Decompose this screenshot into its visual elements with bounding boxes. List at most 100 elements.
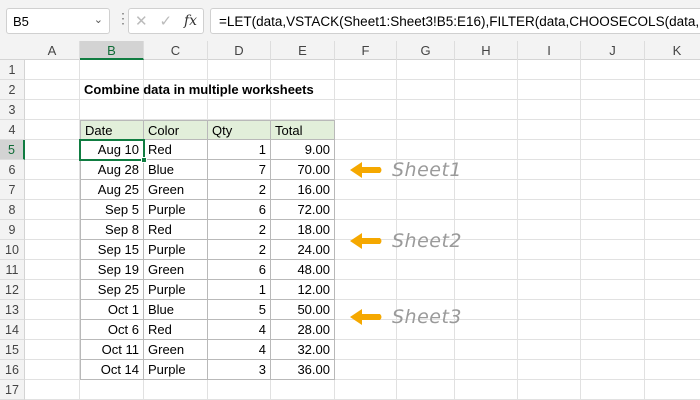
table-cell[interactable]: 12.00 (271, 280, 335, 300)
row-header-4[interactable]: 4 (0, 120, 25, 140)
row-header-10[interactable]: 10 (0, 240, 25, 260)
table-cell[interactable]: Red (144, 140, 208, 160)
table-cell[interactable]: 1 (208, 140, 271, 160)
arrow-left-icon (350, 309, 382, 325)
annotation-label: Sheet3 (392, 306, 463, 328)
column-header-E[interactable]: E (271, 41, 335, 60)
table-cell[interactable]: 9.00 (271, 140, 335, 160)
row-header-11[interactable]: 11 (0, 260, 25, 280)
arrow-left-icon (350, 233, 382, 249)
column-header-G[interactable]: G (397, 41, 455, 60)
table-cell[interactable]: 48.00 (271, 260, 335, 280)
table-header-cell[interactable]: Qty (208, 120, 271, 140)
table-cell[interactable]: 72.00 (271, 200, 335, 220)
table-header-cell[interactable]: Color (144, 120, 208, 140)
table-cell[interactable]: 2 (208, 240, 271, 260)
table-cell[interactable]: 5 (208, 300, 271, 320)
table-cell[interactable]: Purple (144, 240, 208, 260)
table-cell[interactable]: Oct 6 (80, 320, 144, 340)
gridline (580, 60, 581, 400)
table-cell[interactable]: Green (144, 340, 208, 360)
row-header-1[interactable]: 1 (0, 60, 25, 80)
table-cell[interactable]: 2 (208, 180, 271, 200)
table-header-cell[interactable]: Total (271, 120, 335, 140)
column-header-F[interactable]: F (335, 41, 397, 60)
gridline (517, 60, 518, 400)
table-cell[interactable]: 18.00 (271, 220, 335, 240)
column-header-A[interactable]: A (25, 41, 80, 60)
table-cell[interactable]: 50.00 (271, 300, 335, 320)
row-header-2[interactable]: 2 (0, 80, 25, 100)
confirm-icon[interactable]: ✓ (159, 12, 172, 30)
table-cell[interactable]: 4 (208, 320, 271, 340)
chevron-down-icon[interactable]: ⌄ (94, 13, 103, 26)
row-header-13[interactable]: 13 (0, 300, 25, 320)
table-cell[interactable]: Red (144, 220, 208, 240)
sheet-annotation: Sheet2 (350, 230, 462, 252)
row-header-7[interactable]: 7 (0, 180, 25, 200)
cancel-icon[interactable]: ✕ (135, 12, 148, 30)
annotation-label: Sheet2 (392, 230, 463, 252)
table-cell[interactable]: Green (144, 260, 208, 280)
table-cell[interactable]: Purple (144, 200, 208, 220)
table-cell[interactable]: Aug 25 (80, 180, 144, 200)
table-cell[interactable]: Oct 14 (80, 360, 144, 380)
fill-handle[interactable] (141, 157, 147, 163)
column-headers: ABCDEFGHIJK (0, 41, 700, 60)
table-cell[interactable]: Aug 28 (80, 160, 144, 180)
row-header-15[interactable]: 15 (0, 340, 25, 360)
table-cell[interactable]: 32.00 (271, 340, 335, 360)
table-cell[interactable]: Green (144, 180, 208, 200)
row-header-12[interactable]: 12 (0, 280, 25, 300)
column-header-K[interactable]: K (645, 41, 700, 60)
table-cell[interactable]: Oct 1 (80, 300, 144, 320)
row-header-3[interactable]: 3 (0, 100, 25, 120)
table-cell[interactable]: 2 (208, 220, 271, 240)
table-cell[interactable]: 6 (208, 200, 271, 220)
name-box[interactable]: B5 ⌄ (6, 8, 110, 34)
formula-input[interactable]: =LET(data,VSTACK(Sheet1:Sheet3!B5:E16),F… (210, 8, 700, 34)
table-cell[interactable]: Red (144, 320, 208, 340)
row-header-5[interactable]: 5 (0, 140, 25, 160)
column-header-I[interactable]: I (518, 41, 581, 60)
table-cell[interactable]: Blue (144, 300, 208, 320)
row-header-17[interactable]: 17 (0, 380, 25, 400)
table-cell[interactable]: 24.00 (271, 240, 335, 260)
table-cell[interactable]: 28.00 (271, 320, 335, 340)
table-cell[interactable]: Sep 19 (80, 260, 144, 280)
sheet-annotation: Sheet3 (350, 306, 462, 328)
column-header-D[interactable]: D (208, 41, 271, 60)
table-cell[interactable]: Sep 15 (80, 240, 144, 260)
table-cell[interactable]: Purple (144, 360, 208, 380)
row-header-8[interactable]: 8 (0, 200, 25, 220)
column-header-J[interactable]: J (581, 41, 645, 60)
table-cell[interactable]: Purple (144, 280, 208, 300)
table-cell[interactable]: 16.00 (271, 180, 335, 200)
table-cell[interactable]: 6 (208, 260, 271, 280)
table-cell[interactable]: Oct 11 (80, 340, 144, 360)
gridline (644, 60, 645, 400)
table-cell[interactable]: Sep 8 (80, 220, 144, 240)
table-cell[interactable]: 36.00 (271, 360, 335, 380)
table-cell[interactable]: Sep 5 (80, 200, 144, 220)
arrow-left-icon (350, 162, 382, 178)
table-cell[interactable]: 4 (208, 340, 271, 360)
row-header-6[interactable]: 6 (0, 160, 25, 180)
table-cell[interactable]: 70.00 (271, 160, 335, 180)
table-cell[interactable]: 3 (208, 360, 271, 380)
table-cell[interactable]: 1 (208, 280, 271, 300)
row-header-9[interactable]: 9 (0, 220, 25, 240)
formula-buttons: ✕ ✓ fx (128, 8, 204, 34)
column-header-H[interactable]: H (455, 41, 518, 60)
insert-function-icon[interactable]: fx (184, 13, 197, 29)
row-header-14[interactable]: 14 (0, 320, 25, 340)
row-header-16[interactable]: 16 (0, 360, 25, 380)
name-box-value: B5 (13, 14, 29, 29)
table-cell[interactable]: Sep 25 (80, 280, 144, 300)
column-header-B[interactable]: B (80, 41, 144, 60)
table-cell[interactable]: Blue (144, 160, 208, 180)
table-cell[interactable]: 7 (208, 160, 271, 180)
table-header-cell[interactable]: Date (80, 120, 144, 140)
annotation-label: Sheet1 (392, 159, 463, 181)
column-header-C[interactable]: C (144, 41, 208, 60)
